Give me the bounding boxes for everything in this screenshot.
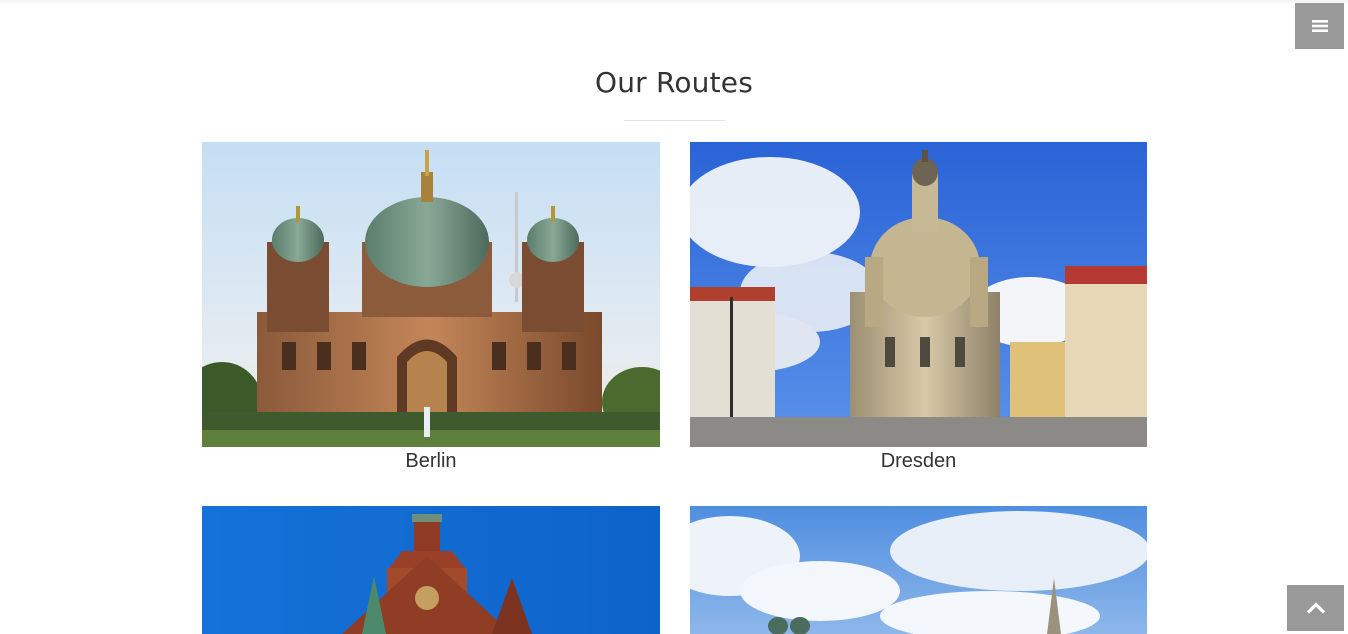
chevron-up-icon bbox=[1306, 602, 1325, 614]
section-title: Our Routes bbox=[594, 66, 754, 99]
hamburger-icon bbox=[1311, 20, 1328, 32]
title-divider bbox=[624, 120, 725, 121]
route-label-dresden[interactable]: Dresden bbox=[690, 450, 1147, 473]
dresden-frauenkirche-photo[interactable] bbox=[690, 142, 1147, 447]
page: Our Routes Berlin Dresden bbox=[0, 0, 1348, 634]
munich-skyline-photo[interactable] bbox=[690, 506, 1147, 634]
route-card-berlin[interactable]: Berlin bbox=[202, 142, 660, 482]
menu-toggle-button[interactable] bbox=[1295, 3, 1344, 49]
route-card-3[interactable] bbox=[202, 506, 660, 634]
route-card-4[interactable] bbox=[690, 506, 1147, 634]
berlin-cathedral-photo[interactable] bbox=[202, 142, 660, 447]
route-card-dresden[interactable]: Dresden bbox=[690, 142, 1147, 482]
hamburg-brick-tower-photo[interactable] bbox=[202, 506, 660, 634]
top-navbar-edge bbox=[0, 0, 1348, 6]
route-label-berlin[interactable]: Berlin bbox=[202, 450, 660, 473]
scroll-to-top-button[interactable] bbox=[1287, 585, 1344, 631]
